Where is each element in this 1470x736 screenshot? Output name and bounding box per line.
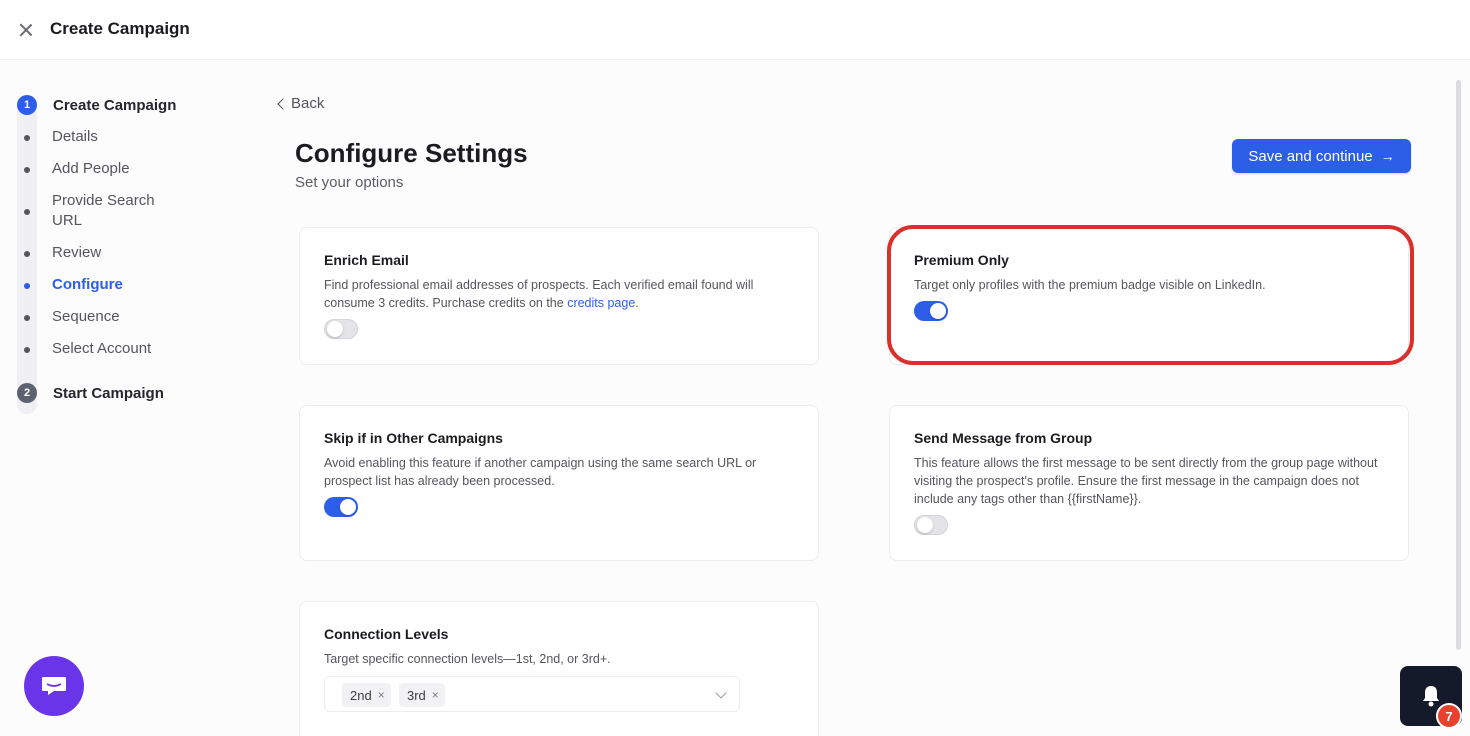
card-title: Send Message from Group (914, 430, 1093, 446)
card-skip-other-campaigns: Skip if in Other Campaigns Avoid enablin… (299, 405, 819, 561)
card-description: Find professional email addresses of pro… (324, 278, 754, 310)
notification-count-badge: 7 (1436, 703, 1462, 729)
chat-icon (42, 677, 66, 695)
enrich-email-toggle[interactable] (324, 319, 358, 339)
card-description: Target only profiles with the premium ba… (914, 278, 1266, 292)
card-description: Target specific connection levels—1st, 2… (324, 652, 611, 666)
step-dot (24, 167, 30, 173)
substep-sequence[interactable]: Sequence (52, 307, 120, 327)
substep-review[interactable]: Review (52, 243, 101, 263)
close-icon[interactable] (16, 20, 36, 40)
step-number-badge: 2 (17, 383, 37, 403)
step-dot (24, 251, 30, 257)
chat-widget-button[interactable] (24, 656, 84, 716)
card-premium-only: Premium Only Target only profiles with t… (889, 227, 1409, 365)
substep-provide-search-url[interactable]: Provide Search URL (52, 191, 182, 231)
skip-other-campaigns-toggle[interactable] (324, 497, 358, 517)
toggle-knob (930, 303, 946, 319)
step-dot-current (24, 283, 30, 289)
premium-only-toggle[interactable] (914, 301, 948, 321)
toggle-knob (917, 517, 933, 533)
toggle-knob (327, 321, 343, 337)
arrow-right-icon: → (1380, 148, 1395, 164)
save-and-continue-button[interactable]: Save and continue → (1232, 139, 1411, 173)
step-create-campaign[interactable]: 1 Create Campaign (17, 95, 176, 115)
substep-select-account[interactable]: Select Account (52, 339, 151, 359)
card-description: Avoid enabling this feature if another c… (324, 456, 757, 488)
card-title: Premium Only (914, 252, 1009, 268)
step-start-campaign[interactable]: 2 Start Campaign (17, 383, 164, 403)
card-description: This feature allows the first message to… (914, 456, 1378, 506)
tag-label: 3rd (407, 687, 426, 703)
remove-tag-icon[interactable]: × (432, 688, 439, 702)
substep-configure[interactable]: Configure (52, 275, 123, 295)
step-dot (24, 315, 30, 321)
step-dot (24, 347, 30, 353)
page-subtitle: Set your options (295, 174, 404, 191)
back-label: Back (291, 95, 325, 112)
save-button-label: Save and continue (1248, 147, 1373, 165)
card-send-message-from-group: Send Message from Group This feature all… (889, 405, 1409, 561)
top-bar: Create Campaign (0, 0, 1470, 60)
card-enrich-email: Enrich Email Find professional email add… (299, 227, 819, 365)
scrollbar[interactable] (1456, 80, 1461, 650)
chevron-down-icon (715, 687, 727, 699)
tag-label: 2nd (350, 687, 372, 703)
card-title: Enrich Email (324, 252, 409, 268)
substep-add-people[interactable]: Add People (52, 159, 130, 179)
step-dot (24, 135, 30, 141)
tag-2nd: 2nd × (342, 683, 391, 707)
back-link[interactable]: Back (277, 95, 324, 112)
chevron-left-icon (277, 97, 289, 110)
card-connection-levels: Connection Levels Target specific connec… (299, 601, 819, 736)
credits-page-link[interactable]: credits page (567, 296, 635, 310)
connection-levels-select[interactable]: 2nd × 3rd × (324, 676, 740, 712)
step-dot (24, 209, 30, 215)
page-header-title: Create Campaign (50, 19, 190, 38)
step-label: Create Campaign (53, 96, 177, 114)
step-label: Start Campaign (53, 384, 164, 402)
bell-icon (1423, 686, 1439, 707)
card-title: Connection Levels (324, 626, 449, 642)
page-title: Configure Settings (295, 138, 528, 168)
card-title: Skip if in Other Campaigns (324, 430, 503, 446)
remove-tag-icon[interactable]: × (378, 688, 385, 702)
send-from-group-toggle[interactable] (914, 515, 948, 535)
step-number-badge: 1 (17, 95, 37, 115)
toggle-knob (340, 499, 356, 515)
tag-3rd: 3rd × (399, 683, 445, 707)
substep-details[interactable]: Details (52, 127, 98, 147)
